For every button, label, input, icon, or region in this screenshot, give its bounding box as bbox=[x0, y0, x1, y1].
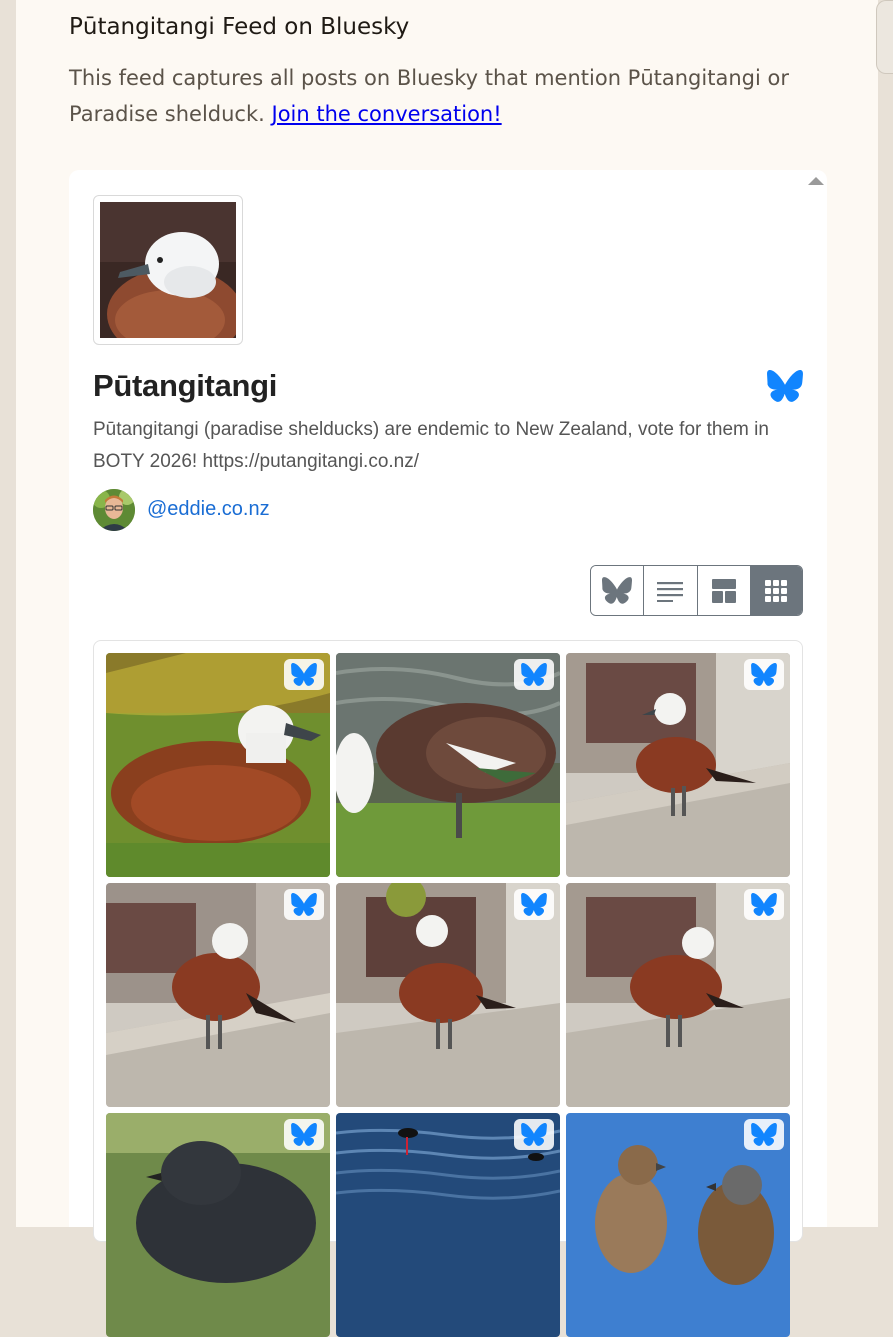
feed-intro: This feed captures all posts on Bluesky … bbox=[69, 60, 789, 132]
view-bluesky-button[interactable] bbox=[591, 566, 645, 615]
grid-tile[interactable] bbox=[566, 1113, 790, 1337]
view-mode-toggle bbox=[590, 565, 803, 616]
bluesky-butterfly-icon bbox=[744, 1119, 784, 1150]
profile-description: Pūtangitangi (paradise shelducks) are en… bbox=[93, 419, 769, 472]
feed-title: Pūtangitangi Feed on Bluesky bbox=[69, 14, 410, 40]
grid-tile[interactable] bbox=[336, 883, 560, 1107]
bluesky-butterfly-icon bbox=[284, 1119, 324, 1150]
view-list-button[interactable] bbox=[644, 566, 698, 615]
profile-name: Pūtangitangi bbox=[93, 368, 278, 403]
grid-tile[interactable] bbox=[336, 653, 560, 877]
collapse-arrow-icon[interactable] bbox=[808, 177, 824, 185]
grid-icon bbox=[765, 579, 788, 602]
list-icon bbox=[657, 581, 684, 602]
bluesky-butterfly-icon bbox=[514, 1119, 554, 1150]
bluesky-butterfly-icon bbox=[284, 889, 324, 920]
join-conversation-link[interactable]: Join the conversation! bbox=[272, 102, 502, 126]
grid-tile[interactable] bbox=[566, 883, 790, 1107]
side-panel-handle[interactable] bbox=[876, 0, 893, 74]
paradise-shelduck-avatar-image bbox=[100, 202, 236, 338]
bluesky-butterfly-icon[interactable] bbox=[767, 370, 803, 402]
owner-handle-link[interactable]: @eddie.co.nz bbox=[147, 498, 270, 521]
masonry-layout-icon bbox=[711, 578, 736, 603]
bluesky-butterfly-icon bbox=[744, 659, 784, 690]
view-grid-button[interactable] bbox=[750, 566, 802, 615]
bluesky-butterfly-icon bbox=[284, 659, 324, 690]
grid-tile[interactable] bbox=[106, 653, 330, 877]
bluesky-butterfly-icon bbox=[514, 659, 554, 690]
image-grid bbox=[93, 640, 803, 1337]
grid-tile[interactable] bbox=[106, 883, 330, 1107]
owner-avatar[interactable] bbox=[93, 489, 135, 531]
profile-avatar bbox=[93, 195, 243, 345]
bluesky-butterfly-icon bbox=[744, 889, 784, 920]
bluesky-butterfly-icon bbox=[602, 577, 633, 604]
bluesky-butterfly-icon bbox=[514, 889, 554, 920]
grid-tile[interactable] bbox=[336, 1113, 560, 1337]
view-masonry-button[interactable] bbox=[697, 566, 751, 615]
grid-tile[interactable] bbox=[566, 653, 790, 877]
grid-tile[interactable] bbox=[106, 1113, 330, 1337]
